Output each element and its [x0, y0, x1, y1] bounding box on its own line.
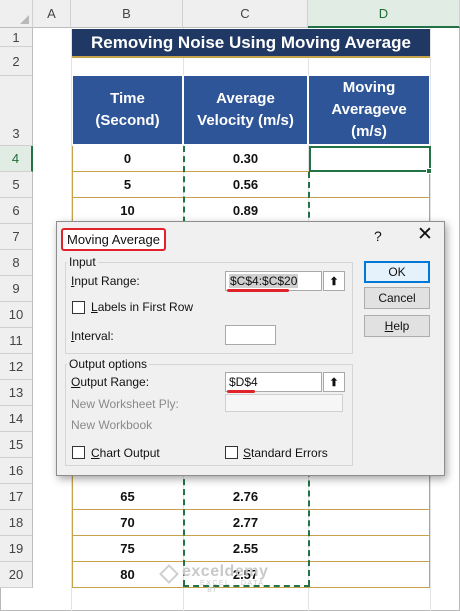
header-velocity-line2: Velocity (m/s)	[197, 112, 294, 129]
row-header[interactable]: 5	[0, 172, 33, 198]
row-header[interactable]: 2	[0, 47, 33, 76]
moving-average-cell[interactable]	[308, 510, 430, 536]
watermark: exceldemy EXCEL · DATA · BI	[182, 563, 269, 594]
time-cell[interactable]: 75	[72, 536, 183, 562]
close-icon[interactable]: ✕	[417, 225, 433, 245]
row-header[interactable]: 7	[0, 224, 33, 250]
time-cell[interactable]: 65	[72, 484, 183, 510]
velocity-cell[interactable]: 2.76	[183, 484, 308, 510]
header-velocity-line1: Average	[216, 90, 275, 107]
moving-average-cell[interactable]	[308, 536, 430, 562]
watermark-name: exceldemy	[182, 563, 269, 580]
moving-average-dialog: Moving Average ? ✕ Input Input Range: $C…	[56, 221, 445, 476]
input-range-value: $C$4:$C$20	[229, 274, 299, 288]
input-range-label: Input Range:	[71, 274, 140, 288]
input-group-label: Input	[67, 255, 98, 269]
moving-average-cell[interactable]	[308, 484, 430, 510]
output-range-value: $D$4	[229, 375, 258, 389]
time-cell[interactable]: 5	[72, 172, 183, 198]
row-header[interactable]: 16	[0, 458, 33, 484]
row-header[interactable]: 11	[0, 328, 33, 354]
dialog-title: Moving Average	[61, 228, 166, 251]
output-range-highlight	[227, 390, 255, 393]
chart-output-label: Chart Output	[91, 446, 160, 460]
column-header-b[interactable]: B	[71, 0, 183, 28]
moving-average-cell[interactable]	[308, 562, 430, 588]
time-cell[interactable]: 0	[72, 146, 183, 172]
fill-handle[interactable]	[426, 168, 432, 174]
output-range-field[interactable]: $D$4	[225, 372, 322, 392]
row-header[interactable]: 4	[0, 146, 33, 172]
collapse-arrow-icon: ⬆	[329, 275, 339, 288]
standard-errors-label: Standard Errors	[243, 446, 328, 460]
velocity-cell[interactable]: 0.30	[183, 146, 308, 172]
row-header[interactable]: 18	[0, 510, 33, 536]
header-moving-average[interactable]: Moving Averageve (m/s)	[308, 75, 430, 145]
help-button[interactable]: Help	[364, 315, 430, 337]
interval-field[interactable]	[225, 325, 276, 345]
row-header[interactable]: 6	[0, 198, 33, 224]
new-worksheet-ply-label: New Worksheet Ply:	[71, 397, 179, 411]
row-header[interactable]: 15	[0, 432, 33, 458]
row-header[interactable]: 8	[0, 250, 33, 276]
header-time-line1: Time	[110, 90, 145, 107]
output-range-label: Output Range:	[71, 375, 150, 389]
velocity-cell[interactable]: 2.55	[183, 536, 308, 562]
column-header-d[interactable]: D	[308, 0, 460, 28]
output-group-label: Output options	[67, 357, 150, 371]
corner-triangle-icon	[20, 15, 29, 24]
row-header[interactable]: 1	[0, 28, 33, 47]
row-header[interactable]: 9	[0, 276, 33, 302]
row-header[interactable]: 12	[0, 354, 33, 380]
input-range-collapse-button[interactable]: ⬆	[323, 271, 345, 291]
header-time-line2: (Second)	[95, 112, 160, 129]
moving-average-cell[interactable]	[308, 172, 430, 198]
column-header-a[interactable]: A	[33, 0, 71, 28]
velocity-cell[interactable]: 0.56	[183, 172, 308, 198]
column-header-c[interactable]: C	[183, 0, 308, 28]
labels-first-row-checkbox[interactable]	[72, 301, 85, 314]
new-workbook-label: New Workbook	[71, 418, 153, 432]
row-header[interactable]: 17	[0, 484, 33, 510]
new-worksheet-ply-field[interactable]	[225, 394, 343, 412]
output-range-collapse-button[interactable]: ⬆	[323, 372, 345, 392]
standard-errors-checkbox[interactable]	[225, 446, 238, 459]
cancel-button[interactable]: Cancel	[364, 287, 430, 309]
header-moving-line3: (m/s)	[351, 123, 387, 140]
chart-output-checkbox[interactable]	[72, 446, 85, 459]
input-range-highlight	[227, 289, 289, 292]
help-question-icon[interactable]: ?	[374, 228, 382, 244]
active-cell-d4[interactable]	[309, 146, 431, 172]
header-velocity[interactable]: Average Velocity (m/s)	[183, 75, 308, 145]
header-time[interactable]: Time (Second)	[72, 75, 183, 145]
velocity-cell[interactable]: 2.77	[183, 510, 308, 536]
row-header[interactable]: 3	[0, 76, 33, 146]
interval-label: Interval:	[71, 329, 114, 343]
row-header[interactable]: 20	[0, 562, 33, 588]
collapse-arrow-icon: ⬆	[329, 376, 339, 389]
header-moving-line1: Moving	[342, 79, 396, 96]
row-header[interactable]: 14	[0, 406, 33, 432]
time-cell[interactable]: 70	[72, 510, 183, 536]
watermark-tagline: EXCEL · DATA · BI	[200, 580, 265, 594]
select-all-corner[interactable]	[0, 0, 33, 28]
row-header[interactable]: 19	[0, 536, 33, 562]
input-range-field[interactable]: $C$4:$C$20	[225, 271, 322, 291]
sheet-title[interactable]: Removing Noise Using Moving Average	[72, 29, 430, 58]
header-moving-line2: Averageve	[331, 101, 407, 118]
row-header[interactable]: 10	[0, 302, 33, 328]
row-header[interactable]: 13	[0, 380, 33, 406]
labels-first-row-label: Labels in First Row	[91, 300, 194, 314]
